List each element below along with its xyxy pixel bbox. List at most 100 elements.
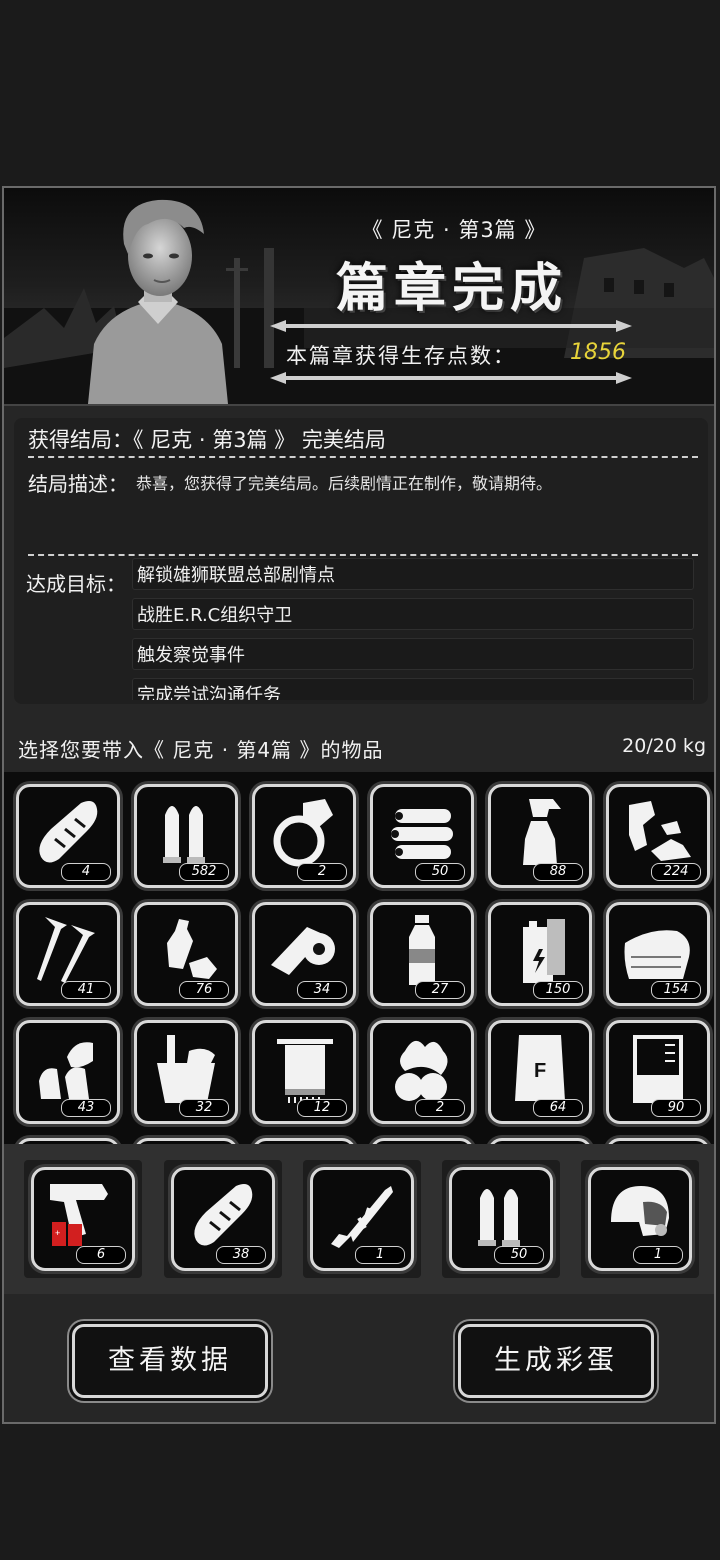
- item-count: 50: [415, 863, 465, 881]
- logs-icon: [391, 809, 453, 859]
- item-count: 4: [61, 863, 111, 881]
- spray-bottle-icon: [523, 799, 561, 865]
- bullet-casings-icon: [39, 1042, 93, 1099]
- item-count: 1: [355, 1246, 405, 1264]
- inventory-slot[interactable]: 2: [370, 1020, 474, 1124]
- bread-icon: [39, 801, 98, 863]
- survival-points-label: 本篇章获得生存点数：: [286, 344, 516, 368]
- item-count: 41: [61, 981, 111, 999]
- helmet-icon: [611, 1186, 669, 1236]
- inventory-slot[interactable]: 150: [488, 902, 592, 1006]
- svg-text:+: +: [55, 1228, 60, 1238]
- item-count: 224: [651, 863, 701, 881]
- selected-slot-frame: 1: [588, 1167, 692, 1271]
- selected-items-strip: + 6 38 1 50 1: [4, 1144, 714, 1294]
- inventory-slot[interactable]: 154: [606, 902, 710, 1006]
- item-count: 154: [651, 981, 701, 999]
- item-select-header: 选择您要带入《 尼克 · 第4篇 》的物品 20/20 kg: [4, 718, 714, 770]
- scrap-icon: [629, 801, 691, 861]
- svg-text:F: F: [534, 1060, 546, 1082]
- weight-capacity: 20/20 kg: [622, 735, 706, 757]
- selected-slot-frame: 50: [449, 1167, 553, 1271]
- inventory-slot[interactable]: 43: [16, 1020, 120, 1124]
- ending-description: 恭喜，您获得了完美结局。后续剧情正在制作，敬请期待。: [136, 474, 553, 493]
- inventory-slot[interactable]: 41: [16, 902, 120, 1006]
- character-portrait: [88, 199, 228, 404]
- inventory-slot[interactable]: 50: [370, 784, 474, 888]
- rifle-icon: [331, 1186, 393, 1248]
- flare-gun-icon: +: [50, 1184, 108, 1246]
- bucket-icon: [157, 1035, 215, 1103]
- goal-item: 完成尝试沟通任务: [132, 678, 694, 700]
- inventory-slot[interactable]: 27: [370, 902, 474, 1006]
- bullets-icon: [163, 806, 205, 863]
- ending-title: 获得结局：《 尼克 · 第3篇 》 完美结局: [28, 428, 386, 452]
- ornament-divider-top: [270, 320, 632, 332]
- item-count: 6: [76, 1246, 126, 1264]
- flour-sack-icon: F: [515, 1035, 565, 1101]
- chapter-complete-panel: 《 尼克 · 第3篇 》 篇章完成 本篇章获得生存点数： 1856 获得结局：《…: [2, 186, 716, 1424]
- inventory-slot[interactable]: 2: [252, 784, 356, 888]
- chapter-complete-title: 篇章完成: [335, 258, 568, 319]
- ending-info-box: 获得结局：《 尼克 · 第3篇 》 完美结局 结局描述： 恭喜，您获得了完美结局…: [14, 418, 708, 704]
- inventory-slot[interactable]: F 64: [488, 1020, 592, 1124]
- chapter-banner: 《 尼克 · 第3篇 》 篇章完成 本篇章获得生存点数： 1856: [4, 188, 714, 406]
- inventory-slot[interactable]: 224: [606, 784, 710, 888]
- item-count: 90: [651, 1099, 701, 1117]
- divider: [28, 456, 698, 458]
- battery-icon: [523, 919, 565, 983]
- fabric-icon: [624, 930, 690, 979]
- beaker-icon: [633, 1035, 683, 1103]
- towel-icon: [277, 1039, 333, 1103]
- item-count: 76: [179, 981, 229, 999]
- inventory-slot[interactable]: 88: [488, 784, 592, 888]
- inventory-grid[interactable]: 4 582 2 50 88 224 41 76 34 27 150 154 43…: [4, 772, 714, 1144]
- inventory-slot[interactable]: 4: [16, 784, 120, 888]
- item-count: 50: [494, 1246, 544, 1264]
- item-count: 582: [179, 863, 229, 881]
- inventory-slot[interactable]: 34: [252, 902, 356, 1006]
- item-count: 1: [633, 1246, 683, 1264]
- selected-slot-frame: + 6: [31, 1167, 135, 1271]
- ornament-divider-bottom: [270, 372, 632, 384]
- generate-easter-egg-button[interactable]: 生成彩蛋: [458, 1324, 654, 1398]
- vegetable-icon: [395, 1040, 448, 1101]
- selected-slot[interactable]: 1: [581, 1160, 699, 1278]
- cloth-roll-icon: [271, 927, 335, 975]
- goal-item: 战胜E.R.C组织守卫: [132, 598, 694, 630]
- chapter-subtitle: 《 尼克 · 第3篇 》: [361, 218, 547, 242]
- item-count: 38: [216, 1246, 266, 1264]
- item-count: 64: [533, 1099, 583, 1117]
- item-count: 2: [415, 1099, 465, 1117]
- description-label: 结局描述：: [28, 472, 128, 496]
- selected-slot[interactable]: + 6: [24, 1160, 142, 1278]
- inventory-slot[interactable]: 76: [134, 902, 238, 1006]
- survival-points-value: 1856: [570, 340, 626, 365]
- screws-icon: [37, 917, 95, 983]
- item-count: 2: [297, 863, 347, 881]
- inventory-slot[interactable]: 582: [134, 784, 238, 888]
- selected-slot-frame: 38: [171, 1167, 275, 1271]
- selected-slot-frame: 1: [310, 1167, 414, 1271]
- inventory-slot[interactable]: 12: [252, 1020, 356, 1124]
- item-select-prompt: 选择您要带入《 尼克 · 第4篇 》的物品: [18, 738, 384, 762]
- item-count: 27: [415, 981, 465, 999]
- bullets-icon: [478, 1189, 520, 1246]
- inventory-slot[interactable]: 90: [606, 1020, 710, 1124]
- item-count: 43: [61, 1099, 111, 1117]
- selected-slot[interactable]: 50: [442, 1160, 560, 1278]
- goals-list[interactable]: 解锁雄狮联盟总部剧情点 战胜E.R.C组织守卫 触发察觉事件 完成尝试沟通任务: [14, 556, 708, 700]
- bread-icon: [194, 1184, 253, 1246]
- goal-item: 触发察觉事件: [132, 638, 694, 670]
- plastic-bottles-icon: [167, 919, 217, 979]
- inventory-slot[interactable]: 32: [134, 1020, 238, 1124]
- item-count: 32: [179, 1099, 229, 1117]
- water-bottle-icon: [409, 915, 435, 985]
- selected-slot[interactable]: 38: [164, 1160, 282, 1278]
- goal-item: 解锁雄狮联盟总部剧情点: [132, 558, 694, 590]
- item-count: 12: [297, 1099, 347, 1117]
- view-data-button[interactable]: 查看数据: [72, 1324, 268, 1398]
- ring-icon: [273, 799, 333, 867]
- item-count: 34: [297, 981, 347, 999]
- selected-slot[interactable]: 1: [303, 1160, 421, 1278]
